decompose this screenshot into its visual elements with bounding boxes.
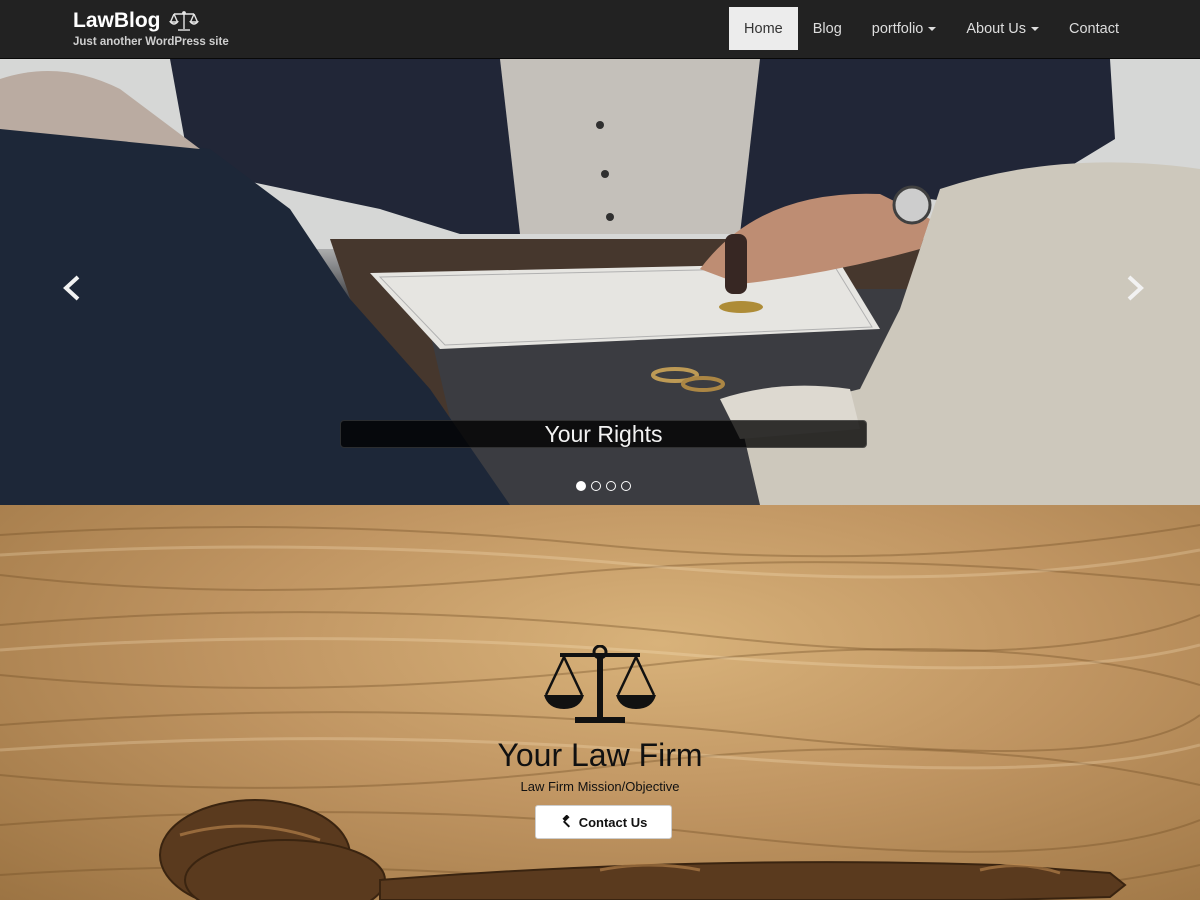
carousel-indicator[interactable] [621,481,631,491]
slide-caption: Your Rights [340,420,867,448]
nav-item-home[interactable]: Home [729,7,798,50]
main-nav: Home Blog portfolio About Us Contact [729,7,1134,50]
carousel-indicator[interactable] [576,481,586,491]
nav-item-blog[interactable]: Blog [798,7,857,50]
chevron-right-icon[interactable] [1119,271,1149,305]
scale-icon [168,11,199,31]
caret-down-icon [928,26,937,31]
firm-title: Your Law Firm [497,737,703,773]
nav-item-contact[interactable]: Contact [1054,7,1134,50]
brand-name[interactable]: LawBlog [73,8,161,34]
gavel-image [159,799,1127,900]
slide-caption-text: Your Rights [544,420,663,447]
brand-tagline: Just another WordPress site [73,36,229,48]
firm-subtitle: Law Firm Mission/Objective [520,779,680,794]
contact-us-button[interactable]: Contact Us [535,805,672,839]
gavel-icon [562,815,570,828]
nav-item-about-us[interactable]: About Us [951,7,1054,50]
carousel-indicator[interactable] [591,481,601,491]
carousel-indicator[interactable] [606,481,616,491]
caret-down-icon [1031,26,1040,31]
navbar: LawBlog Just another WordPress site Home… [0,0,1200,59]
chevron-left-icon[interactable] [58,271,88,305]
brand[interactable]: LawBlog Just another WordPress site [73,8,229,48]
scale-icon [544,645,656,723]
hero-carousel: Your Rights [0,59,1200,505]
contact-us-label: Contact Us [578,814,648,830]
carousel-indicators [576,481,631,491]
nav-item-portfolio[interactable]: portfolio [857,7,952,50]
firm-section: Your Law Firm Law Firm Mission/Objective… [0,505,1200,900]
